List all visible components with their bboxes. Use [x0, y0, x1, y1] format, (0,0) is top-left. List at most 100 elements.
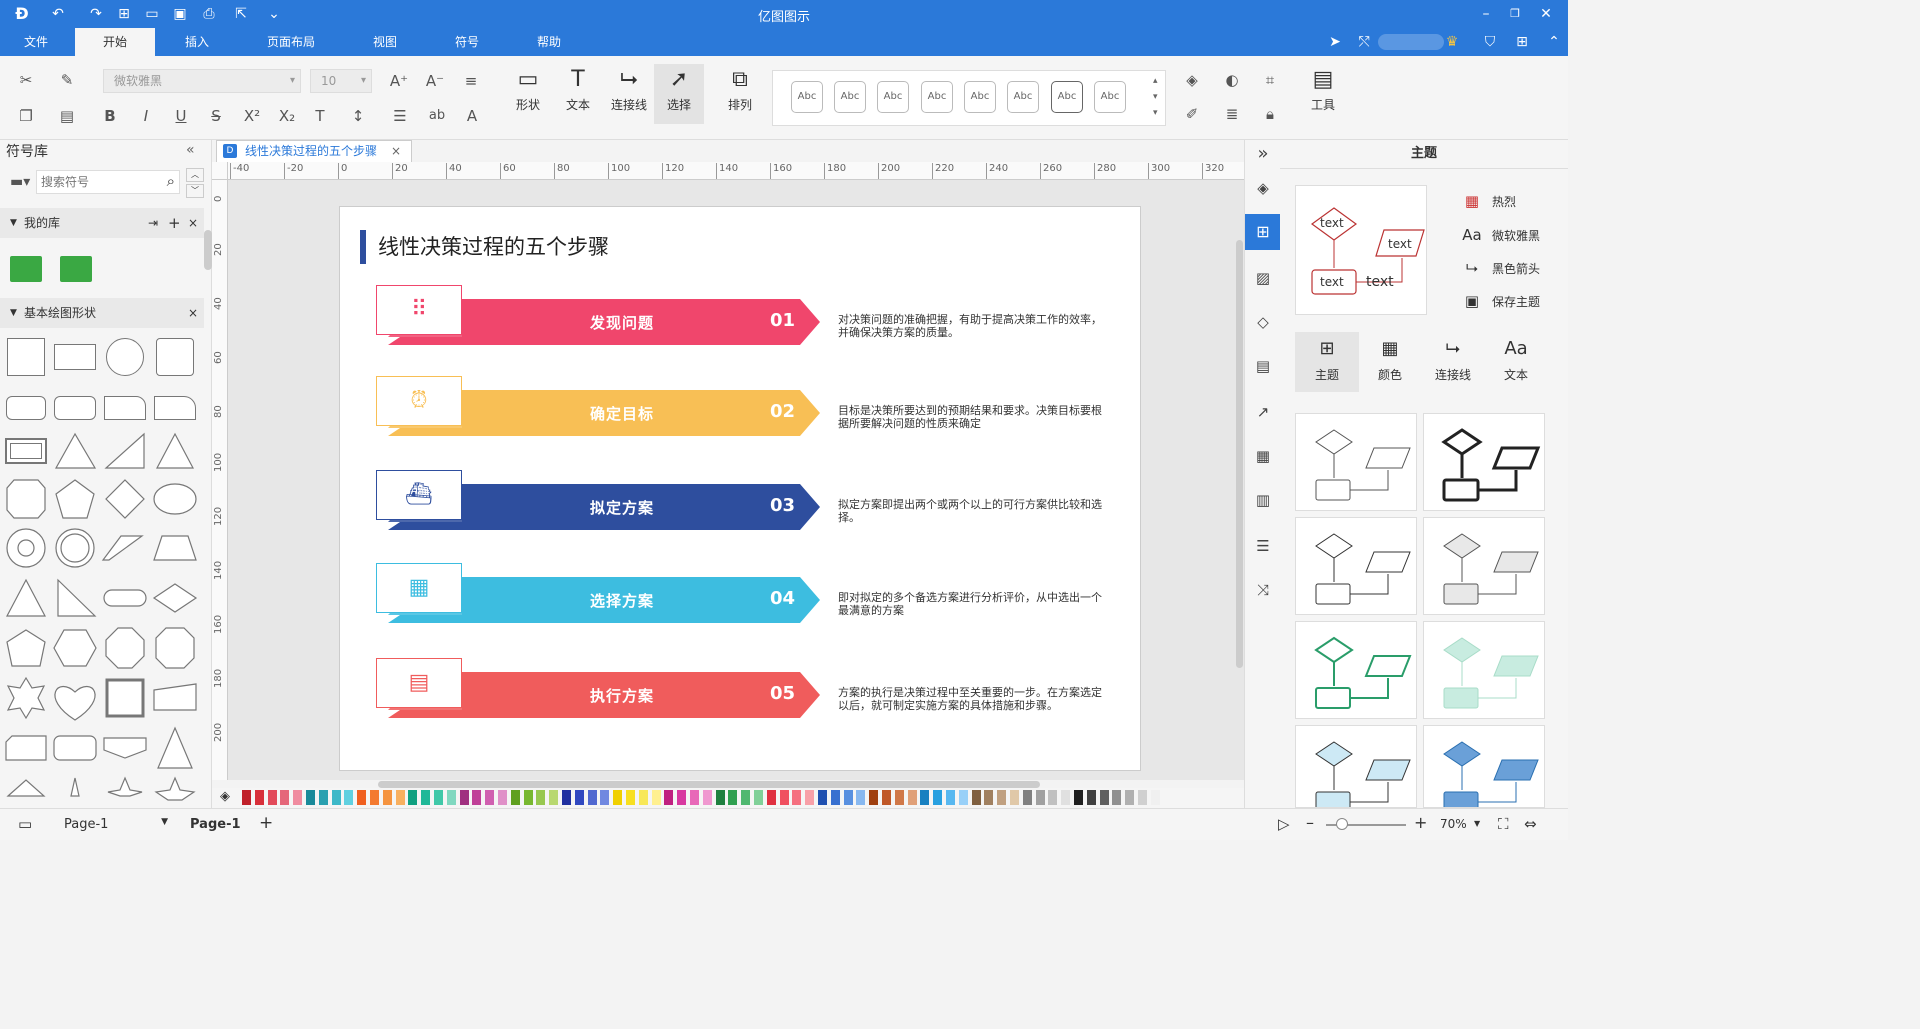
tools-button[interactable]: ▤ 工具 [1298, 64, 1348, 124]
color-swatch[interactable] [395, 790, 405, 805]
color-swatch[interactable] [306, 790, 315, 805]
fit-page-icon[interactable]: ⛶ [1498, 815, 1509, 833]
color-swatch[interactable] [766, 790, 776, 805]
page-selector[interactable]: Page-1 ▼ [64, 817, 168, 832]
style-swatch[interactable]: Abc [1094, 81, 1126, 113]
color-swatch[interactable] [370, 790, 379, 805]
menu-insert[interactable]: 插入 [170, 28, 224, 56]
italic-icon[interactable]: I [134, 104, 158, 128]
horizontal-scrollbar[interactable] [378, 781, 1040, 788]
color-swatch[interactable] [779, 790, 789, 805]
panel-scrollbar[interactable] [204, 230, 212, 270]
color-swatch[interactable] [600, 790, 610, 805]
theme-tab-text[interactable]: Aa 文本 [1484, 332, 1548, 392]
color-swatch[interactable] [958, 790, 968, 805]
snip-rect-shape[interactable] [104, 396, 146, 420]
share-icon[interactable]: ⤲ [1354, 32, 1374, 52]
lock-icon[interactable]: 🔒︎ [1258, 102, 1282, 126]
color-swatch[interactable] [869, 790, 879, 805]
color-swatch[interactable] [843, 790, 853, 805]
color-swatch[interactable] [754, 790, 763, 805]
increase-font-icon[interactable]: A⁺ [387, 69, 411, 93]
color-swatch[interactable] [856, 790, 866, 805]
theme-tab-theme[interactable]: ⊞ 主题 [1295, 332, 1359, 392]
skin-icon[interactable]: ⛉ [1480, 32, 1500, 52]
line-color-icon[interactable]: ✐ [1180, 102, 1204, 126]
theme-option-connector[interactable]: ⮡ 黑色箭头 [1460, 258, 1540, 278]
shuffle-icon[interactable]: ⤨ [1253, 580, 1273, 600]
text-case-icon[interactable]: ab [425, 104, 449, 128]
subscript-icon[interactable]: X₂ [275, 104, 299, 128]
color-swatch[interactable] [792, 790, 802, 805]
color-swatch[interactable] [1125, 790, 1135, 805]
paste-icon[interactable]: ▤ [55, 104, 79, 128]
print-icon[interactable]: ⎙ [199, 4, 219, 24]
copy-icon[interactable]: ❐ [14, 104, 38, 128]
theme-tab-color[interactable]: ▦ 颜色 [1358, 332, 1422, 392]
bold-icon[interactable]: B [98, 104, 122, 128]
color-swatch[interactable] [1035, 790, 1045, 805]
theme-thumbnail[interactable] [1423, 517, 1545, 615]
color-swatch[interactable] [1061, 790, 1071, 805]
color-swatch[interactable] [651, 790, 661, 805]
round-corner-shape[interactable] [154, 396, 196, 420]
decrease-font-icon[interactable]: A⁻ [423, 69, 447, 93]
ship-icon[interactable]: ⛴︎ [376, 470, 462, 520]
color-swatch[interactable] [946, 790, 955, 805]
crop-icon[interactable]: ⌗ [1258, 68, 1282, 92]
color-swatch[interactable] [894, 790, 904, 805]
color-swatch[interactable] [549, 790, 559, 805]
line-spacing-icon[interactable]: ↕ [346, 104, 370, 128]
fill-panel-icon[interactable]: ◈ [1253, 178, 1273, 198]
redo-icon[interactable]: ↷ [86, 4, 106, 24]
theme-thumbnail[interactable] [1423, 413, 1545, 511]
presentation-icon[interactable]: ☰ [1253, 536, 1273, 556]
style-swatch[interactable]: Abc [834, 81, 866, 113]
rectangle-shape[interactable] [54, 344, 96, 370]
close-section-icon[interactable]: × [188, 298, 198, 328]
color-swatch[interactable] [920, 790, 930, 805]
style-swatch[interactable]: Abc [1007, 81, 1039, 113]
color-swatch[interactable] [242, 790, 251, 805]
style-swatch[interactable]: Abc [964, 81, 996, 113]
image-panel-icon[interactable]: ▨ [1253, 268, 1273, 288]
cut-icon[interactable]: ✂ [14, 68, 38, 92]
drawing-canvas[interactable]: 线性决策过程的五个步骤 ⠿ 发现问题 01 对决策问题的准确把握，有助于提高决策工作的… [228, 180, 1244, 788]
premium-icon[interactable]: ♛ [1442, 32, 1462, 52]
undo-icon[interactable]: ↶ [48, 4, 68, 24]
color-swatch[interactable] [690, 790, 699, 805]
color-swatch[interactable] [1010, 790, 1019, 805]
menu-help[interactable]: 帮助 [522, 28, 576, 56]
gallery-scroll-icon[interactable]: ▴ ▾ ▾ [1153, 73, 1158, 121]
export-icon[interactable]: ⇱ [231, 4, 251, 24]
close-section-icon[interactable]: × [188, 208, 198, 238]
font-family-select[interactable]: 微软雅黑 [103, 69, 301, 93]
expand-panel-icon[interactable]: » [1253, 144, 1273, 164]
color-swatch[interactable] [331, 790, 341, 805]
rounded-rect-shape[interactable] [54, 396, 96, 420]
theme-tab-connector[interactable]: ⮡ 连接线 [1421, 332, 1485, 392]
superscript-icon[interactable]: X² [240, 104, 264, 128]
zoom-slider-handle[interactable] [1336, 818, 1348, 830]
basic-shapes-header[interactable]: ▼ 基本绘图形状 × [0, 298, 204, 328]
theme-thumbnail[interactable] [1295, 517, 1417, 615]
color-swatch[interactable] [997, 790, 1007, 805]
color-swatch[interactable] [907, 790, 917, 805]
scroll-up-icon[interactable]: ︿ [186, 168, 204, 182]
color-swatch[interactable] [574, 790, 584, 805]
font-color-icon[interactable]: A [460, 104, 484, 128]
chart-panel-icon[interactable]: ↗ [1253, 402, 1273, 422]
step-description[interactable]: 即对拟定的多个备选方案进行分析评价，从中选出一个最满意的方案 [838, 591, 1103, 617]
search-icon[interactable]: ⌕ [167, 172, 175, 190]
color-swatch[interactable] [1048, 790, 1058, 805]
color-swatch[interactable] [933, 790, 943, 805]
close-icon[interactable]: ✕ [1536, 4, 1556, 24]
theme-thumbnail[interactable] [1295, 413, 1417, 511]
color-swatch[interactable] [498, 790, 507, 805]
strikethrough-icon[interactable]: S [204, 104, 228, 128]
calendar-icon[interactable]: ▦ [376, 563, 462, 613]
app-logo-icon[interactable]: Ɖ [12, 4, 32, 24]
style-swatch[interactable]: Abc [1051, 81, 1083, 113]
shape-button[interactable]: ▭ 形状 [503, 64, 553, 124]
rounded-rect-shape[interactable] [6, 396, 46, 420]
